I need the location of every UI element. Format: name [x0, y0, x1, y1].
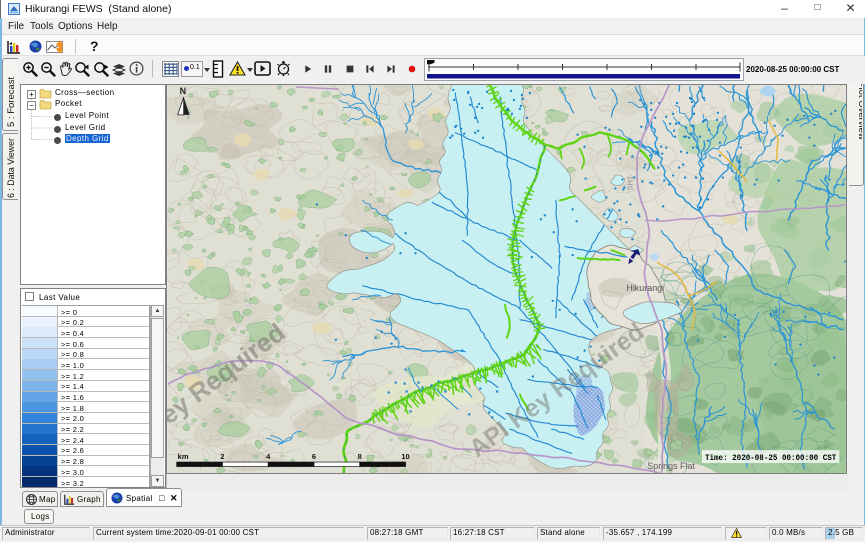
svg-text:SH1: SH1	[625, 176, 634, 191]
svg-text:8: 8	[358, 452, 362, 461]
svg-text:N: N	[180, 86, 186, 96]
svg-text:10: 10	[401, 452, 409, 461]
svg-text:km: km	[178, 452, 189, 461]
svg-text:Springs Flat: Springs Flat	[647, 461, 695, 471]
svg-text:Hikurangi: Hikurangi	[626, 283, 664, 293]
svg-text:6: 6	[312, 452, 316, 461]
svg-text:6 : Data Viewer: 6 : Data Viewer	[6, 138, 16, 198]
svg-text:5 : Forecast: 5 : Forecast	[6, 76, 17, 127]
svg-text:2: 2	[220, 452, 224, 461]
svg-text:Time: 2020-08-25 00:00:00 CST: Time: 2020-08-25 00:00:00 CST	[705, 453, 836, 463]
